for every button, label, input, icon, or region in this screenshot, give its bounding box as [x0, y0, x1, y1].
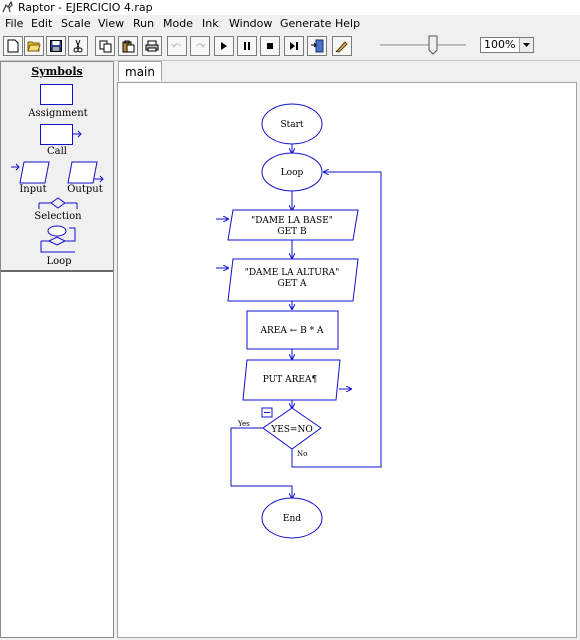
input1-get-text: GET B: [277, 227, 307, 237]
save-button[interactable]: [46, 36, 66, 56]
test-server-button[interactable]: [307, 36, 327, 56]
menu-bar: File Edit Scale View Run Mode Ink Window…: [0, 15, 580, 32]
stop-icon: [267, 43, 273, 49]
open-file-button[interactable]: [24, 36, 44, 56]
ink-pen-button[interactable]: [332, 36, 352, 56]
window-title: Raptor - EJERCICIO 4.rap: [18, 1, 153, 14]
raptor-app-icon: [2, 1, 13, 13]
menu-file[interactable]: File: [3, 15, 25, 32]
output-text: PUT AREA¶: [263, 375, 318, 385]
symbols-heading: Symbols: [31, 65, 83, 78]
flowchart: Start Loop "DAME LA BASE" GET B "DAME LA…: [216, 103, 382, 539]
menu-view[interactable]: View: [96, 15, 126, 32]
call-symbol[interactable]: [40, 124, 84, 146]
undo-button[interactable]: [167, 36, 187, 56]
zoom-slider[interactable]: [376, 34, 472, 56]
selection-label: Selection: [34, 211, 82, 222]
menu-ink[interactable]: Ink: [200, 15, 221, 32]
menu-generate[interactable]: Generate: [278, 15, 333, 32]
assignment-label: Assignment: [28, 108, 88, 119]
step-icon: [290, 42, 298, 50]
paste-icon: [122, 40, 134, 52]
redo-button[interactable]: [190, 36, 210, 56]
assign-text: AREA ← B * A: [260, 326, 324, 336]
chevron-down-icon[interactable]: [519, 38, 533, 52]
input2-get-text: GET A: [277, 279, 307, 289]
condition-text: YES=NO: [270, 425, 312, 435]
new-file-icon: [7, 39, 19, 53]
output-symbol[interactable]: [67, 161, 107, 185]
pause-icon: [244, 42, 250, 50]
loop-label: Loop: [46, 256, 72, 267]
undo-icon: [171, 43, 182, 48]
menu-edit[interactable]: Edit: [29, 15, 54, 32]
redo-icon: [195, 43, 206, 48]
menu-help[interactable]: Help: [333, 15, 362, 32]
pause-button[interactable]: [237, 36, 257, 56]
loop-symbol[interactable]: [39, 225, 79, 255]
folder-open-icon: [27, 41, 41, 52]
input2-prompt-text: "DAME LA ALTURA": [245, 268, 340, 278]
print-button[interactable]: [142, 36, 162, 56]
input-symbol[interactable]: [11, 161, 51, 185]
symbols-panel: Symbols Assignment Call Input Output Sel…: [0, 61, 114, 638]
paste-button[interactable]: [118, 36, 138, 56]
menu-mode[interactable]: Mode: [161, 15, 195, 32]
printer-icon: [145, 40, 159, 52]
call-label: Call: [46, 146, 67, 157]
tab-main[interactable]: main: [118, 61, 162, 81]
selection-symbol[interactable]: [37, 196, 79, 210]
stop-button[interactable]: [260, 36, 280, 56]
zoom-value: 100%: [484, 38, 516, 51]
menu-window[interactable]: Window: [227, 15, 274, 32]
flowchart-canvas[interactable]: Start Loop "DAME LA BASE" GET B "DAME LA…: [117, 82, 577, 638]
assignment-symbol[interactable]: [40, 84, 74, 106]
zoom-dropdown[interactable]: 100%: [480, 37, 534, 53]
tab-bar: main: [116, 61, 580, 81]
end-text: End: [283, 514, 301, 524]
menu-run[interactable]: Run: [131, 15, 156, 32]
zoom-slider-thumb: [428, 35, 438, 55]
loop-text: Loop: [281, 168, 304, 178]
menu-scale[interactable]: Scale: [59, 15, 93, 32]
step-button[interactable]: [284, 36, 304, 56]
run-to-server-icon: [311, 39, 324, 53]
no-label: No: [297, 450, 307, 458]
input-label: Input: [19, 184, 47, 195]
pen-icon: [335, 41, 348, 53]
cut-button[interactable]: [68, 36, 88, 56]
save-icon: [50, 40, 62, 52]
output-label: Output: [67, 184, 103, 195]
copy-button[interactable]: [95, 36, 115, 56]
symbols-palette: Symbols Assignment Call Input Output Sel…: [1, 62, 113, 272]
input1-prompt-text: "DAME LA BASE": [251, 216, 333, 226]
yes-label: Yes: [237, 420, 250, 428]
play-icon: [221, 42, 227, 50]
start-text: Start: [280, 120, 303, 130]
new-file-button[interactable]: [3, 36, 23, 56]
run-button[interactable]: [214, 36, 234, 56]
title-bar: Raptor - EJERCICIO 4.rap: [0, 0, 580, 15]
copy-icon: [99, 40, 111, 52]
scissors-icon: [73, 39, 83, 53]
